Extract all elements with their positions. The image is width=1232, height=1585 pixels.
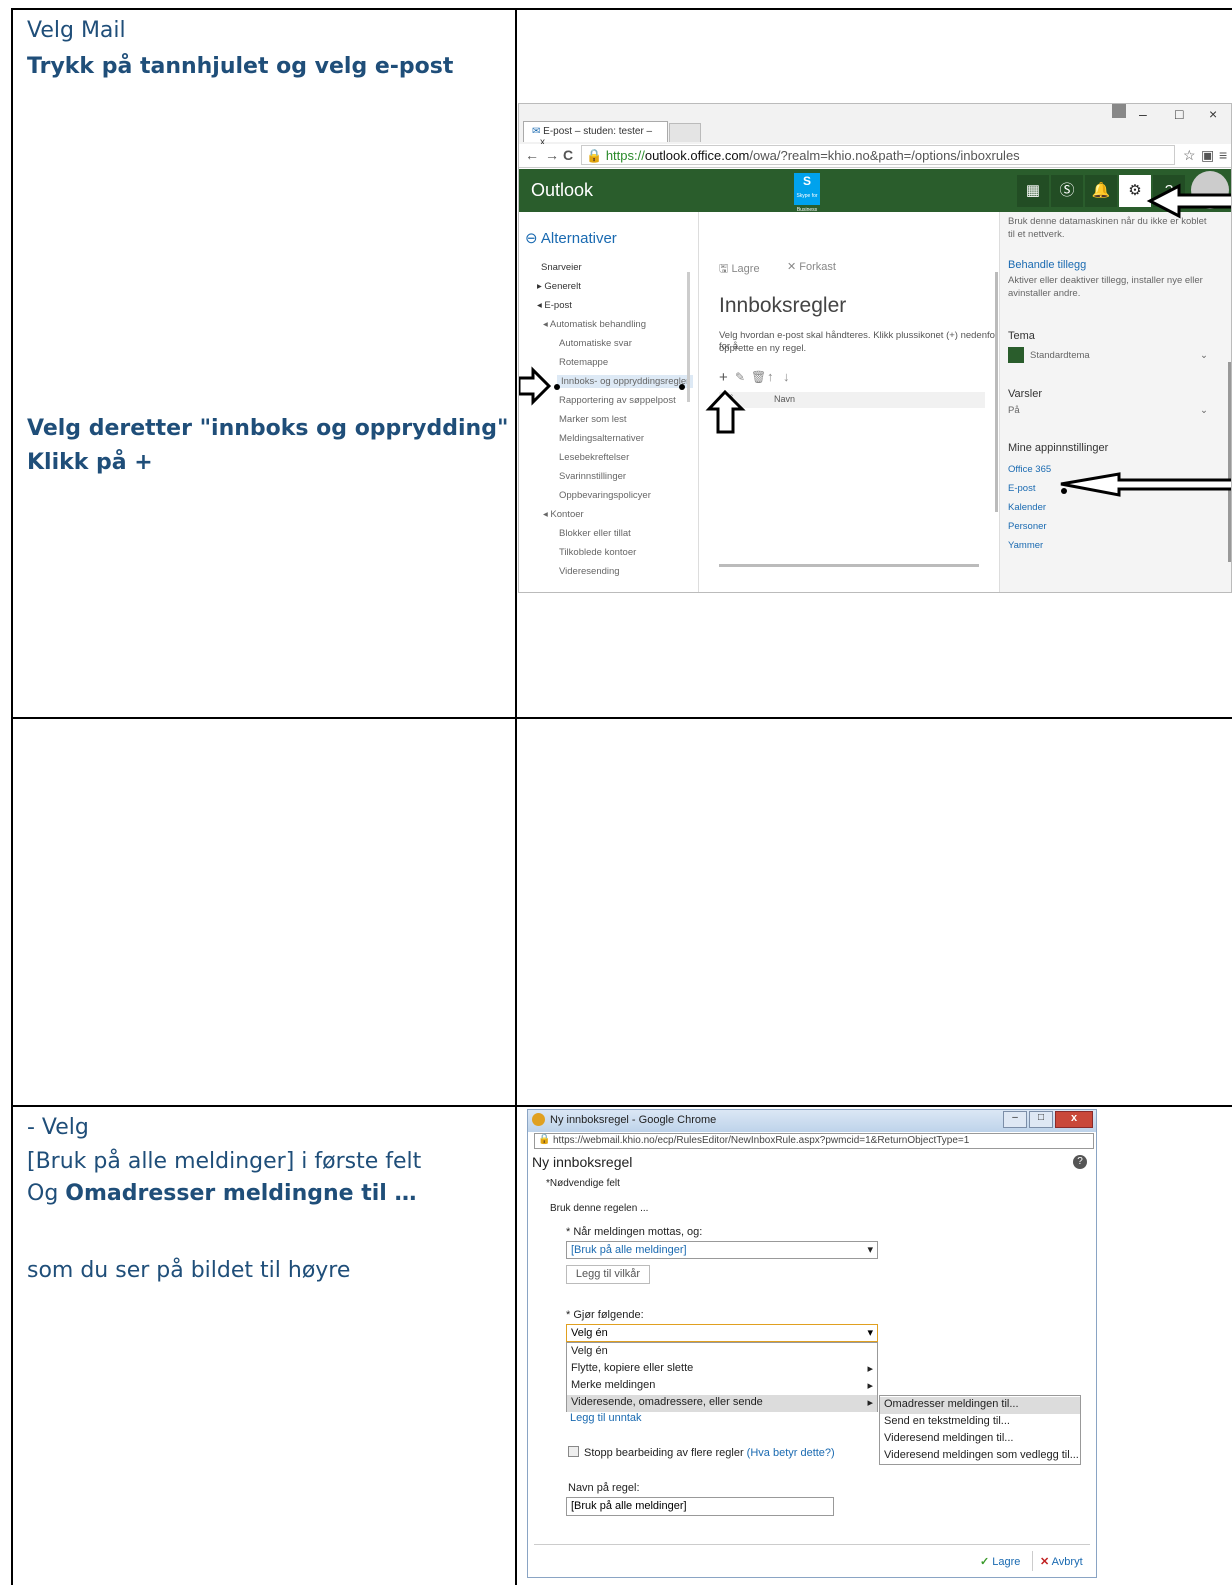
step1-line1: Velg Mail	[27, 18, 126, 43]
do-label: * Gjør følgende:	[566, 1309, 644, 1321]
marker-dot	[1061, 488, 1067, 494]
maximize-button[interactable]: □	[1029, 1111, 1053, 1128]
marker-dot	[679, 384, 685, 390]
minimize-button[interactable]: –	[1003, 1111, 1027, 1128]
annotation-arrows	[519, 183, 1231, 497]
forward-submenu: Omadresser meldingen til... Send en teks…	[879, 1395, 1081, 1465]
required-note: *Nødvendige felt	[546, 1178, 620, 1189]
divider	[534, 1544, 1090, 1545]
save-button[interactable]: ✓ Lagre	[980, 1555, 1020, 1568]
submenu-vedlegg[interactable]: Videresend meldingen som vedlegg til...	[880, 1448, 1080, 1465]
dialog-title: Ny innboksregel	[532, 1154, 633, 1170]
stop-processing-label: Stopp bearbeiding av flere regler (Hva b…	[584, 1447, 835, 1459]
step1-line2: Trykk på tannhjulet og velg e-post	[27, 54, 454, 79]
menu-item-merke[interactable]: Merke meldingen ▸	[567, 1378, 877, 1395]
menu-item-videresende[interactable]: Videresende, omadressere, eller sende ▸	[567, 1395, 877, 1412]
action-dropdown: Velg én Flytte, kopiere eller slette ▸ Me…	[566, 1342, 878, 1412]
what-is-this-link[interactable]: (Hva betyr dette?)	[747, 1447, 835, 1459]
checkmark-icon: ✓	[980, 1556, 990, 1568]
divider	[1032, 1551, 1033, 1571]
step3-line4: som du ser på bildet til høyre	[27, 1258, 351, 1283]
new-inbox-rule-screenshot: Ny innboksregel - Google Chrome – □ x 🔒 h…	[527, 1109, 1097, 1578]
arrow-to-gear	[1146, 183, 1231, 219]
close-window-button[interactable]: x	[1055, 1111, 1093, 1128]
step2-line1: Velg deretter "innboks og opprydding"	[27, 416, 509, 441]
chevron-down-icon: ▾	[867, 1327, 873, 1339]
rule-name-input[interactable]: [Bruk på alle meldinger]	[566, 1497, 834, 1516]
submenu-arrow-icon: ▸	[867, 1363, 873, 1375]
x-icon: ✕	[1040, 1556, 1050, 1568]
lock-icon: 🔒	[538, 1134, 551, 1145]
url-field[interactable]: 🔒 https://webmail.khio.no/ecp/RulesEditor…	[534, 1133, 1094, 1149]
submenu-arrow-icon: ▸	[867, 1380, 873, 1392]
window-titlebar: Ny innboksregel - Google Chrome – □ x	[528, 1110, 1096, 1132]
add-condition-button[interactable]: Legg til vilkår	[566, 1265, 650, 1284]
apply-rule-label: Bruk denne regelen ...	[550, 1203, 649, 1214]
step3-line1: - Velg	[27, 1115, 89, 1140]
step2-line2: Klikk på +	[27, 450, 153, 475]
when-select[interactable]: [Bruk på alle meldinger] ▾	[566, 1241, 878, 1259]
step3-line3: Og Omadresser meldingne til …	[27, 1181, 417, 1206]
cell-r1-left: Velg Mail Trykk på tannhjulet og velg e-…	[11, 8, 517, 719]
cell-r3-left: - Velg [Bruk på alle meldinger] i første…	[11, 1105, 517, 1585]
arrow-to-plus	[705, 389, 746, 434]
step3-line2: [Bruk på alle meldinger] i første felt	[27, 1149, 422, 1174]
chevron-down-icon: ▾	[867, 1244, 873, 1256]
arrow-to-epost	[1060, 472, 1231, 497]
submenu-omadresser[interactable]: Omadresser meldingen til...	[880, 1397, 1080, 1414]
chrome-icon	[532, 1113, 545, 1126]
menu-item-flytte[interactable]: Flytte, kopiere eller slette ▸	[567, 1361, 877, 1378]
cell-r2-left	[11, 717, 517, 1107]
outlook-options-screenshot: ✉ E-post – studen: tester – x – □ × ← → …	[518, 103, 1232, 593]
stop-processing-checkbox[interactable]	[568, 1446, 579, 1457]
help-icon[interactable]: ?	[1073, 1155, 1087, 1169]
submenu-arrow-icon: ▸	[867, 1397, 873, 1409]
submenu-videresend[interactable]: Videresend meldingen til...	[880, 1431, 1080, 1448]
cell-r2-right	[515, 717, 1232, 1107]
marker-dot	[554, 384, 560, 390]
cancel-button[interactable]: ✕ Avbryt	[1040, 1555, 1083, 1568]
add-exception-button[interactable]: Legg til unntak	[570, 1412, 642, 1424]
menu-item-velg[interactable]: Velg én	[567, 1344, 877, 1361]
rule-name-label: Navn på regel:	[568, 1482, 640, 1494]
submenu-tekstmelding[interactable]: Send en tekstmelding til...	[880, 1414, 1080, 1431]
do-select[interactable]: Velg én ▾	[566, 1324, 878, 1342]
when-label: * Når meldingen mottas, og:	[566, 1226, 703, 1238]
arrow-to-innboks	[519, 366, 552, 406]
